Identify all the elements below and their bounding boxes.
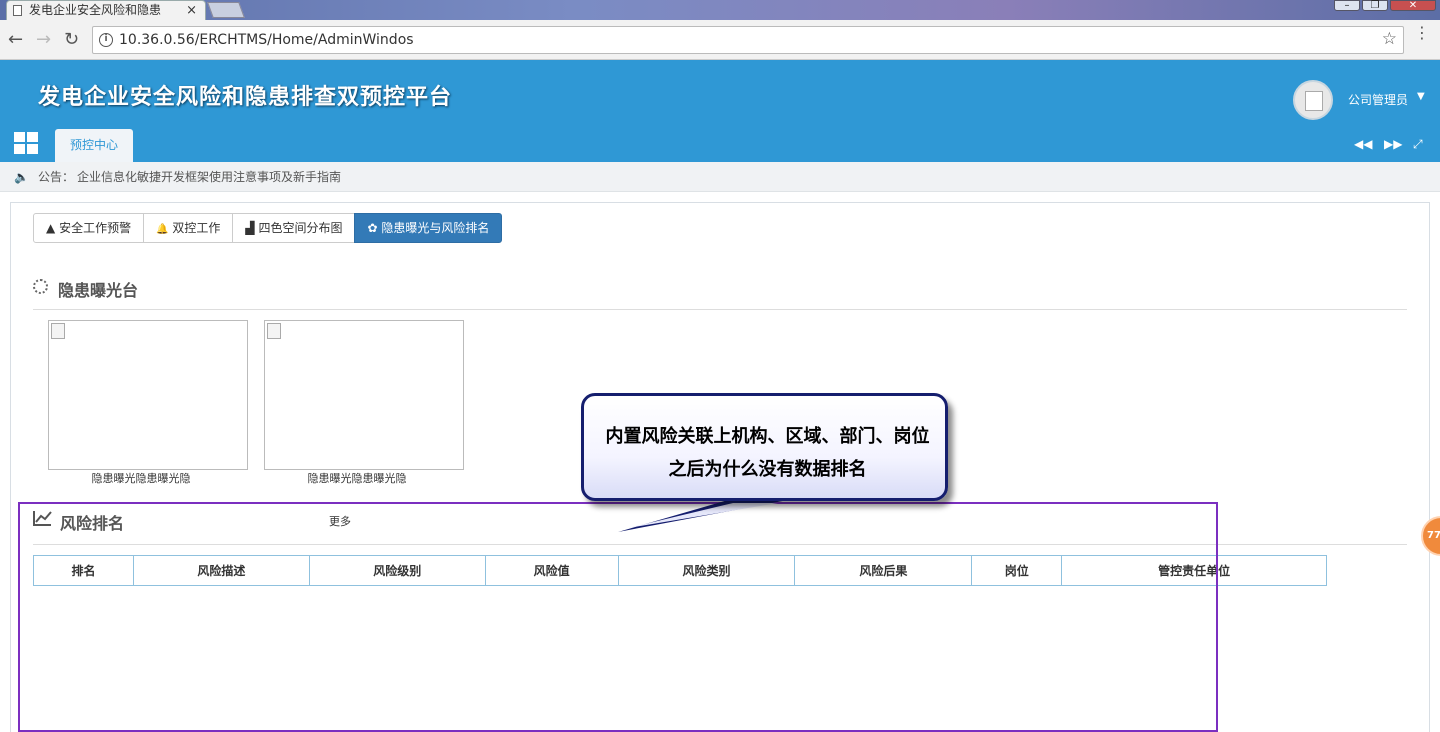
tab-label: 双控工作 bbox=[172, 221, 221, 235]
divider bbox=[33, 309, 1407, 310]
url-input[interactable]: i 10.36.0.56/ERCHTMS/Home/AdminWindos ☆ bbox=[92, 26, 1404, 54]
browser-tab[interactable]: 发电企业安全风险和隐患 × bbox=[6, 0, 206, 21]
app-header: 发电企业安全风险和隐患排查双预控平台 公司管理员 ▼ 预控中心 ◀◀ ▶▶ ⤢ bbox=[0, 60, 1440, 162]
exposure-title: 隐患曝光台 bbox=[58, 281, 139, 300]
content-tabs: ▲ 安全工作预警 🔔 双控工作 ▟ 四色空间分布图 ✿ 隐患曝光与风险排名 bbox=[33, 213, 503, 243]
app-title: 发电企业安全风险和隐患排查双预控平台 bbox=[38, 85, 453, 110]
warning-icon: ▲ bbox=[46, 221, 56, 235]
callout-pointer bbox=[618, 500, 788, 532]
avatar[interactable] bbox=[1293, 80, 1333, 120]
tab-dual-control[interactable]: 🔔 双控工作 bbox=[143, 213, 234, 243]
reload-icon[interactable]: ↻ bbox=[64, 29, 79, 50]
new-tab-button[interactable] bbox=[207, 2, 245, 18]
maximize-button[interactable]: ❐ bbox=[1362, 0, 1388, 11]
address-bar: ← → ↻ i 10.36.0.56/ERCHTMS/Home/AdminWin… bbox=[0, 20, 1440, 60]
close-tab-icon[interactable]: × bbox=[186, 1, 197, 20]
scroll-right-icon[interactable]: ▶▶ bbox=[1384, 137, 1402, 151]
paw-icon: ✿ bbox=[367, 221, 378, 235]
notice-label: 公告： bbox=[38, 170, 75, 184]
site-info-icon[interactable]: i bbox=[99, 33, 113, 47]
tab-label: 四色空间分布图 bbox=[258, 221, 343, 235]
tab-label: 安全工作预警 bbox=[59, 221, 132, 235]
windows-start-icon[interactable] bbox=[14, 132, 40, 156]
window-controls: – ❐ ✕ bbox=[1334, 0, 1436, 11]
tab-prevention-center[interactable]: 预控中心 bbox=[55, 129, 133, 162]
broken-image-icon bbox=[51, 323, 65, 339]
exposure-image-1[interactable] bbox=[48, 320, 248, 470]
bookmark-star-icon[interactable]: ☆ bbox=[1382, 29, 1397, 49]
fullscreen-icon[interactable]: ⤢ bbox=[1413, 137, 1423, 152]
chevron-down-icon[interactable]: ▼ bbox=[1417, 91, 1425, 102]
minimize-button[interactable]: – bbox=[1334, 0, 1360, 11]
tab-four-color-map[interactable]: ▟ 四色空间分布图 bbox=[232, 213, 356, 243]
forward-icon[interactable]: → bbox=[36, 29, 51, 50]
exposure-image-2[interactable] bbox=[264, 320, 464, 470]
back-icon[interactable]: ← bbox=[8, 29, 23, 50]
gear-icon bbox=[33, 279, 48, 294]
user-name[interactable]: 公司管理员 bbox=[1348, 91, 1408, 108]
document-icon bbox=[13, 5, 22, 16]
browser-tab-title: 发电企业安全风险和隐患 bbox=[29, 3, 162, 17]
bell-icon: 🔔 bbox=[156, 224, 169, 235]
browser-menu-icon[interactable]: ⋮ bbox=[1414, 25, 1430, 41]
scroll-left-icon[interactable]: ◀◀ bbox=[1354, 137, 1372, 151]
exposure-caption-2[interactable]: 隐患曝光隐患曝光隐 bbox=[257, 470, 457, 486]
broken-image-icon bbox=[267, 323, 281, 339]
callout-line-2: 之后为什么没有数据排名 bbox=[668, 459, 867, 480]
exposure-caption-1[interactable]: 隐患曝光隐患曝光隐 bbox=[41, 470, 241, 486]
notice-link[interactable]: 企业信息化敏捷开发框架使用注意事项及新手指南 bbox=[77, 162, 341, 192]
tab-label: 隐患曝光与风险排名 bbox=[381, 221, 490, 235]
callout-line-1: 内置风险关联上机构、区域、部门、岗位 bbox=[605, 426, 930, 447]
url-text[interactable]: 10.36.0.56/ERCHTMS/Home/AdminWindos bbox=[119, 32, 414, 48]
tab-safety-warning[interactable]: ▲ 安全工作预警 bbox=[33, 213, 145, 243]
area-chart-icon: ▟ bbox=[245, 221, 255, 235]
speaker-icon: 🔈 bbox=[14, 170, 29, 184]
annotation-highlight-box bbox=[18, 502, 1218, 732]
annotation-callout: 内置风险关联上机构、区域、部门、岗位 之后为什么没有数据排名 bbox=[581, 393, 948, 501]
tab-hazard-exposure[interactable]: ✿ 隐患曝光与风险排名 bbox=[354, 213, 503, 243]
window-close-button[interactable]: ✕ bbox=[1390, 0, 1436, 11]
notice-bar: 🔈 公告： 企业信息化敏捷开发框架使用注意事项及新手指南 bbox=[0, 162, 1440, 192]
